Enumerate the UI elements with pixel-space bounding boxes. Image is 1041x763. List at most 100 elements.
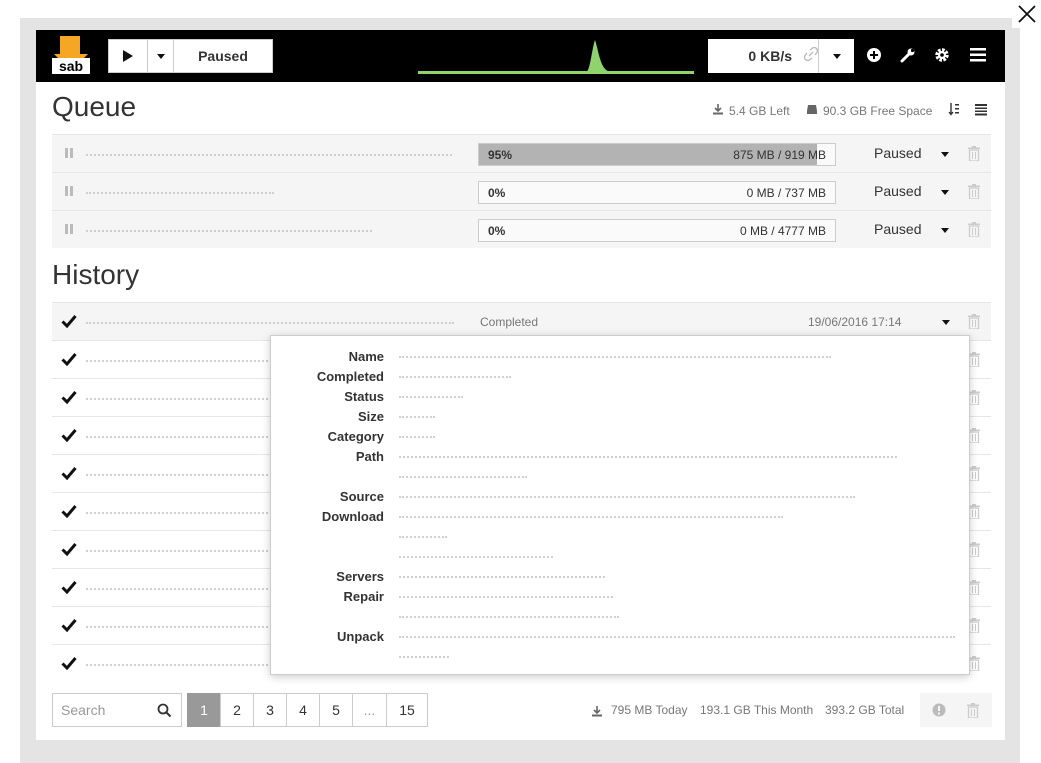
free-space-stat: 90.3 GB Free Space (806, 103, 932, 118)
detail-label-servers: Servers (336, 569, 384, 584)
today-stat: 795 MB Today (611, 703, 688, 717)
list-icon[interactable] (975, 103, 987, 121)
page-15-button[interactable]: 15 (386, 693, 428, 727)
free-space-text: 90.3 GB Free Space (823, 103, 933, 118)
wrench-icon[interactable] (897, 44, 919, 66)
page-ellipsis: ... (352, 693, 387, 727)
play-button[interactable] (108, 39, 148, 73)
search-input[interactable] (61, 695, 157, 725)
history-item-name (86, 396, 272, 400)
speed-value: 0 KB/s (748, 48, 792, 64)
menu-icon[interactable] (967, 44, 989, 66)
progress-bar: 0% 0 MB / 737 MB (478, 181, 836, 204)
total-stat: 393.2 GB Total (825, 703, 905, 717)
detail-value-unpack-2 (399, 654, 449, 658)
detail-label-source: Source (339, 489, 384, 504)
progress-bar: 0% 0 MB / 4777 MB (478, 219, 836, 242)
check-icon (61, 619, 77, 632)
play-icon (123, 50, 133, 62)
sab-logo[interactable]: sab (52, 36, 90, 74)
progress-percent: 0% (488, 224, 506, 238)
detail-label-size: Size (357, 409, 384, 424)
speed-graph (418, 40, 694, 74)
link-icon (803, 46, 819, 66)
search-icon[interactable] (157, 703, 172, 718)
check-icon (61, 391, 77, 404)
detail-value-completed (399, 374, 511, 378)
check-icon (61, 429, 77, 442)
trash-icon[interactable] (968, 146, 980, 161)
close-icon[interactable] (1012, 0, 1041, 28)
queue-item-status[interactable]: Paused (874, 221, 921, 237)
pause-status-label: Paused (198, 48, 248, 64)
history-item-name (86, 662, 272, 666)
gear-icon[interactable] (931, 44, 953, 66)
month-stat: 193.1 GB This Month (700, 703, 814, 717)
progress-bar: 95% 875 MB / 919 MB (478, 143, 836, 166)
chevron-down-icon[interactable] (941, 190, 949, 195)
detail-value-size (399, 414, 435, 418)
pause-icon[interactable] (64, 185, 74, 197)
pause-icon[interactable] (64, 223, 74, 235)
detail-value-path (399, 454, 897, 458)
chevron-down-icon[interactable] (941, 228, 949, 233)
detail-label-repair: Repair (343, 589, 384, 604)
chevron-down-icon[interactable] (941, 152, 949, 157)
history-item-name (86, 548, 272, 552)
logo-text: sab (59, 58, 83, 74)
queue-item-status[interactable]: Paused (874, 183, 921, 199)
detail-value-unpack (399, 634, 955, 638)
check-icon (61, 505, 77, 518)
pause-options-dropdown[interactable] (147, 39, 174, 73)
progress-size: 875 MB / 919 MB (733, 148, 826, 162)
queue-title: Queue (52, 91, 137, 122)
pause-icon[interactable] (64, 147, 74, 159)
check-icon (61, 353, 77, 366)
page-2-button[interactable]: 2 (220, 693, 254, 727)
history-details-popup: Name Completed Status Size Category Path… (270, 335, 970, 675)
detail-label-category: Category (327, 429, 384, 444)
detail-value-servers (399, 574, 605, 578)
detail-value-download (399, 514, 783, 518)
speed-dropdown-button[interactable] (818, 39, 854, 73)
page-1-button[interactable]: 1 (187, 693, 221, 727)
trash-icon[interactable] (968, 222, 980, 237)
history-title: History (52, 259, 140, 290)
page-4-button[interactable]: 4 (286, 693, 320, 727)
download-icon (591, 704, 603, 722)
detail-label-status: Status (344, 389, 384, 404)
trash-icon[interactable] (968, 184, 980, 199)
detail-value-repair (399, 594, 613, 598)
history-item-name (86, 586, 272, 590)
queue-row[interactable]: 0% 0 MB / 4777 MB Paused (52, 210, 991, 248)
queue-item-status[interactable]: Paused (874, 145, 921, 161)
chevron-down-icon[interactable] (942, 320, 950, 325)
history-item-date: 19/06/2016 17:14 (808, 315, 902, 329)
search-box[interactable] (52, 693, 182, 727)
detail-label-name: Name (348, 349, 384, 364)
history-item-status: Completed (480, 315, 539, 329)
history-item-name (86, 472, 272, 476)
queue-item-name (86, 190, 274, 194)
warnings-button[interactable] (920, 693, 958, 727)
history-item-name (86, 624, 272, 628)
progress-percent: 0% (488, 186, 506, 200)
history-item-name (86, 510, 272, 514)
pause-status-button[interactable]: Paused (173, 39, 273, 73)
pagination: 1 2 3 4 5 ... 15 (187, 693, 428, 727)
queue-row[interactable]: 95% 875 MB / 919 MB Paused (52, 134, 991, 172)
purge-history-button[interactable] (954, 693, 992, 727)
history-item-name (86, 434, 272, 438)
detail-value-status (399, 394, 463, 398)
page-5-button[interactable]: 5 (319, 693, 353, 727)
queue-row[interactable]: 0% 0 MB / 737 MB Paused (52, 172, 991, 210)
chevron-down-icon (156, 53, 165, 59)
check-icon (61, 657, 77, 670)
queue-item-name (86, 228, 372, 232)
page-3-button[interactable]: 3 (253, 693, 287, 727)
trash-icon (967, 702, 979, 718)
sort-icon[interactable] (948, 102, 960, 121)
detail-value-download-3 (399, 554, 553, 558)
trash-icon[interactable] (968, 314, 980, 329)
plus-circle-icon[interactable] (863, 44, 885, 66)
